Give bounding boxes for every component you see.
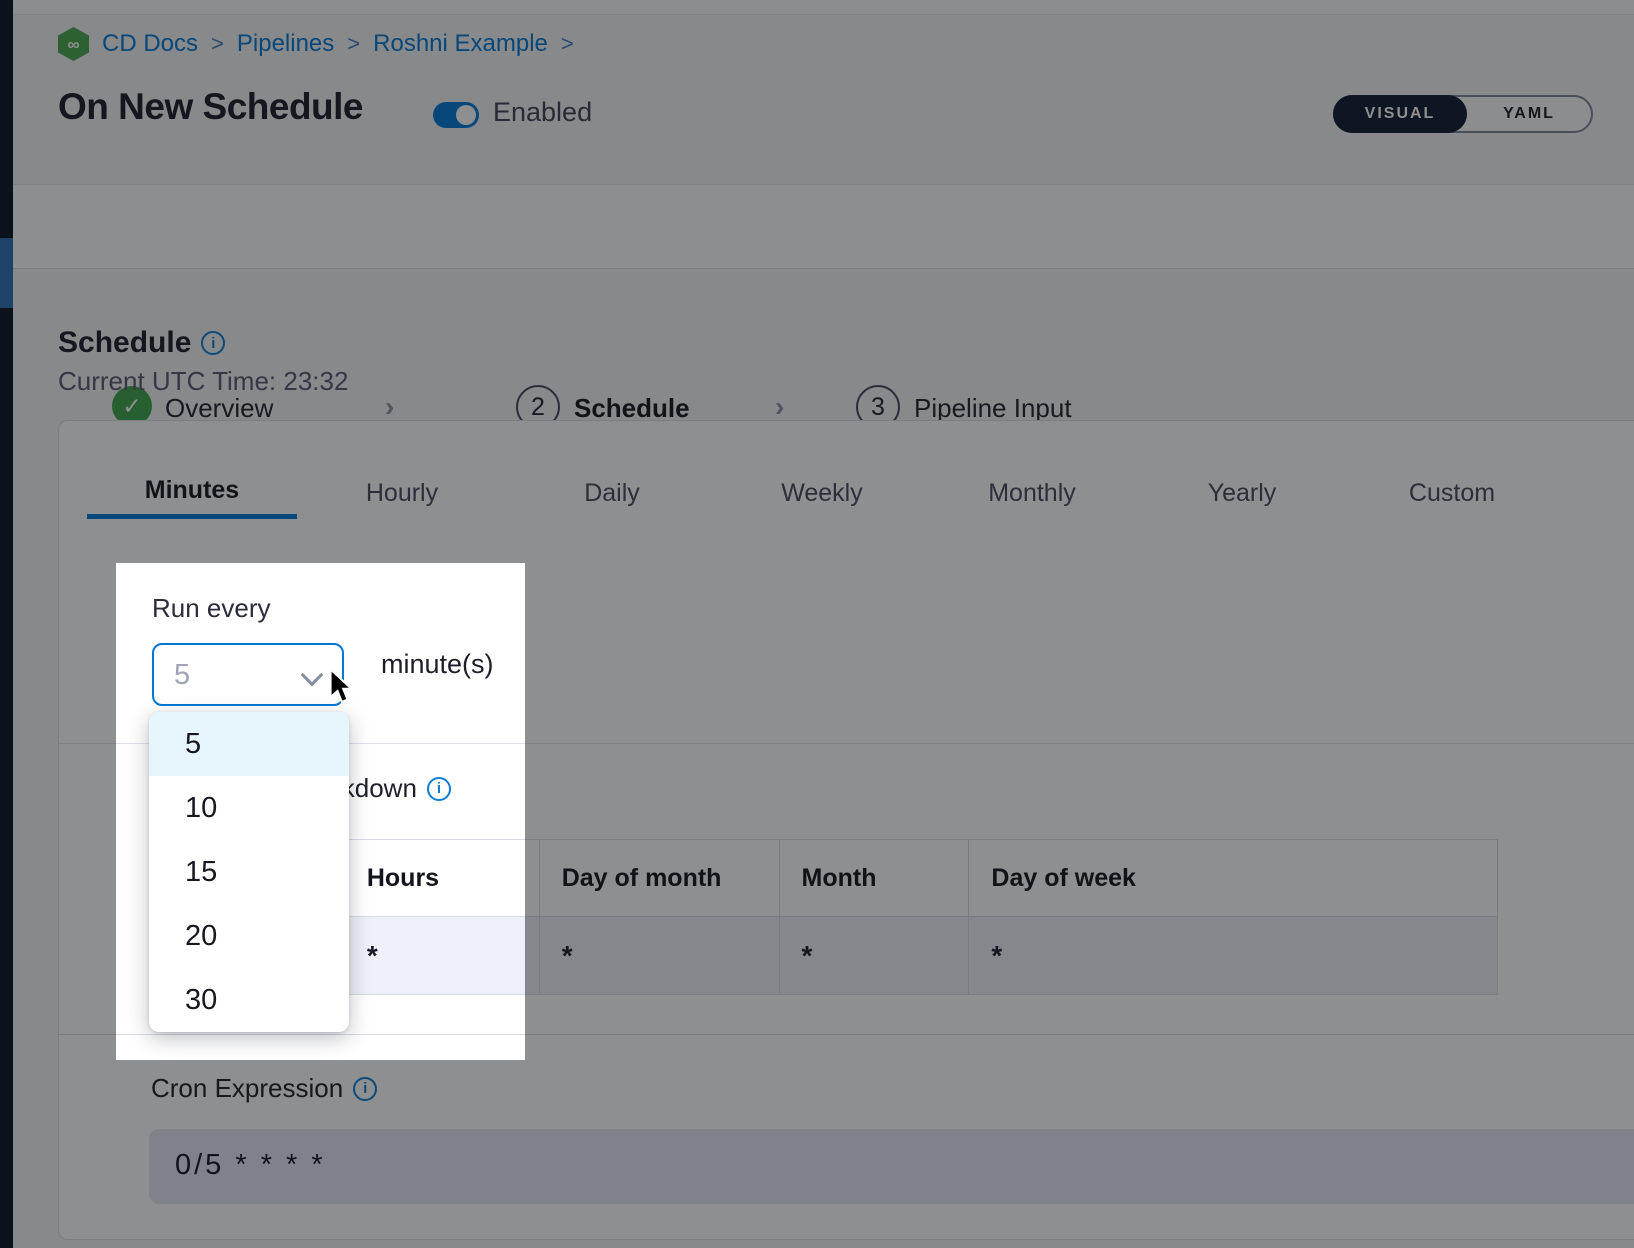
info-icon[interactable] xyxy=(353,1077,377,1101)
left-nav-active-indicator xyxy=(0,238,13,308)
tab-yearly[interactable]: Yearly xyxy=(1137,467,1347,519)
dropdown-option-5[interactable]: 5 xyxy=(149,712,349,776)
breadcrumb-pipelines[interactable]: Pipelines xyxy=(237,30,334,58)
cell-month: * xyxy=(780,917,970,994)
enabled-toggle[interactable] xyxy=(433,102,479,128)
dropdown-option-15[interactable]: 15 xyxy=(149,840,349,904)
dropdown-option-20[interactable]: 20 xyxy=(149,904,349,968)
breadcrumb: ∞ CD Docs > Pipelines > Roshni Example > xyxy=(58,26,574,62)
info-icon[interactable] xyxy=(427,777,451,801)
minutes-select-value: 5 xyxy=(174,659,190,692)
tab-daily[interactable]: Daily xyxy=(507,467,717,519)
cron-expression-row: Cron Expression xyxy=(151,1073,377,1104)
tab-weekly[interactable]: Weekly xyxy=(717,467,927,519)
run-every-label: Run every xyxy=(152,593,271,624)
left-nav-rail xyxy=(0,0,13,1248)
breakdown-table: Minutes Hours Day of month Month Day of … xyxy=(149,839,1498,995)
tab-monthly[interactable]: Monthly xyxy=(927,467,1137,519)
breadcrumb-pipeline-name[interactable]: Roshni Example xyxy=(373,30,548,58)
table-row: 0/5 * * * * xyxy=(150,917,1497,994)
tab-custom[interactable]: Custom xyxy=(1347,467,1557,519)
breadcrumb-cd-docs[interactable]: CD Docs xyxy=(102,30,198,58)
minutes-select[interactable]: 5 xyxy=(152,643,344,706)
section-divider xyxy=(59,1034,1634,1035)
breadcrumb-separator: > xyxy=(347,31,360,57)
schedule-heading: Schedule xyxy=(58,326,191,360)
dropdown-option-30[interactable]: 30 xyxy=(149,968,349,1032)
minutes-unit-label: minute(s) xyxy=(381,649,494,680)
wizard-step-bar: Overview 2 Schedule 3 Pipeline Input xyxy=(13,184,1634,269)
col-hours: Hours xyxy=(345,840,540,917)
tab-minutes[interactable]: Minutes xyxy=(87,467,297,519)
chevron-right-icon xyxy=(775,391,784,423)
enabled-label: Enabled xyxy=(493,97,592,128)
cd-module-icon: ∞ xyxy=(58,27,89,61)
chevron-right-icon xyxy=(385,391,394,423)
table-header-row: Minutes Hours Day of month Month Day of … xyxy=(150,840,1497,917)
cell-day-of-week: * xyxy=(969,917,1497,994)
frequency-tabs: Minutes Hourly Daily Weekly Monthly Year… xyxy=(87,467,1557,519)
trigger-schedule-page: ∞ CD Docs > Pipelines > Roshni Example >… xyxy=(0,0,1634,1248)
cron-expression-input[interactable]: 0/5 * * * * xyxy=(149,1129,1634,1204)
visual-yaml-toggle: VISUAL YAML xyxy=(1333,95,1593,133)
visual-button[interactable]: VISUAL xyxy=(1333,95,1467,133)
minutes-dropdown-menu: 5 10 15 20 30 xyxy=(149,712,349,1032)
dropdown-option-10[interactable]: 10 xyxy=(149,776,349,840)
chevron-down-icon xyxy=(301,664,324,687)
schedule-heading-row: Schedule xyxy=(58,326,225,360)
tab-hourly[interactable]: Hourly xyxy=(297,467,507,519)
cron-expression-label: Cron Expression xyxy=(151,1073,343,1104)
top-strip xyxy=(13,0,1634,15)
breadcrumb-separator: > xyxy=(561,31,574,57)
toggle-knob xyxy=(456,105,476,125)
current-utc-time: Current UTC Time: 23:32 xyxy=(58,366,348,397)
cell-hours: * xyxy=(345,917,540,994)
cron-expression-value: 0/5 * * * * xyxy=(175,1149,326,1182)
col-month: Month xyxy=(780,840,970,917)
yaml-button[interactable]: YAML xyxy=(1467,97,1591,131)
info-icon[interactable] xyxy=(201,331,225,355)
col-day-of-month: Day of month xyxy=(540,840,780,917)
cell-day-of-month: * xyxy=(540,917,780,994)
breadcrumb-separator: > xyxy=(211,31,224,57)
col-day-of-week: Day of week xyxy=(969,840,1497,917)
page-title: On New Schedule xyxy=(58,86,363,128)
